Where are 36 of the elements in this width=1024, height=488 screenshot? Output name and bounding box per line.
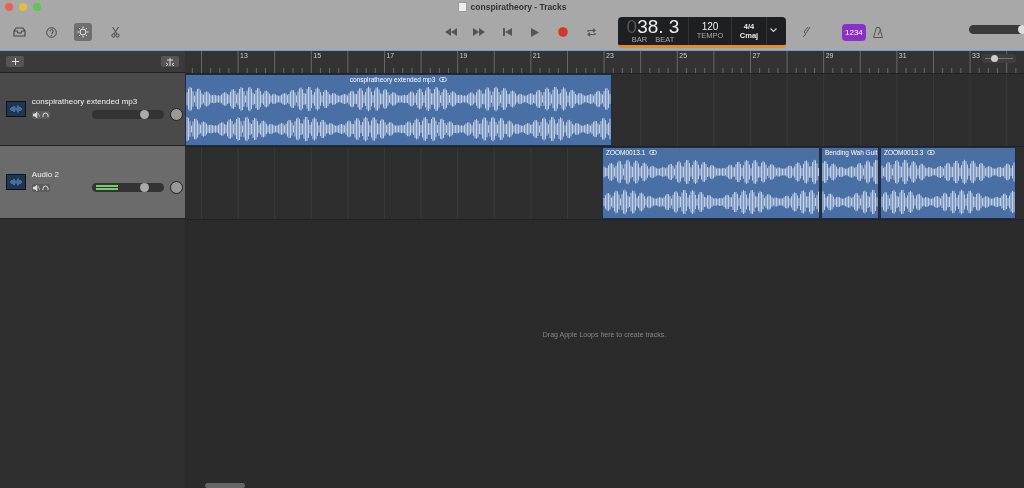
volume-slider[interactable] bbox=[91, 110, 164, 119]
chevron-icon[interactable] bbox=[770, 28, 777, 33]
track-name: Audio 2 bbox=[31, 170, 60, 179]
track-name: conspiratheory extended mp3 bbox=[31, 97, 139, 106]
zoom-slider[interactable] bbox=[982, 54, 1016, 63]
waveform-icon bbox=[6, 174, 26, 190]
loop-icon bbox=[927, 150, 936, 155]
master-volume-slider[interactable] bbox=[969, 25, 1024, 34]
volume-slider[interactable] bbox=[91, 183, 164, 192]
headphones-icon[interactable] bbox=[40, 110, 50, 119]
add-track-button[interactable] bbox=[6, 56, 24, 67]
document-icon bbox=[457, 2, 467, 12]
window-title: conspiratheory - Tracks bbox=[470, 2, 567, 12]
mute-icon[interactable] bbox=[31, 183, 41, 192]
track-filter-button[interactable] bbox=[161, 56, 179, 67]
plus-icon bbox=[11, 58, 19, 65]
track-header[interactable]: Audio 2 bbox=[0, 146, 185, 219]
scrollbar[interactable] bbox=[205, 483, 245, 488]
loop-icon bbox=[649, 150, 658, 155]
slider-thumb[interactable] bbox=[990, 55, 998, 62]
waveform-icon bbox=[6, 101, 26, 117]
pan-knob[interactable] bbox=[169, 181, 183, 194]
headphones-icon[interactable] bbox=[40, 183, 50, 192]
count-in-button[interactable]: 1234 bbox=[842, 23, 866, 41]
loop-icon bbox=[439, 77, 448, 82]
mute-icon[interactable] bbox=[31, 110, 41, 119]
slider-thumb[interactable] bbox=[140, 183, 150, 192]
filter-icon bbox=[166, 57, 174, 66]
pan-knob[interactable] bbox=[169, 108, 183, 121]
position-readout: 38. 3 bbox=[637, 15, 680, 37]
tempo-readout: 120 bbox=[701, 21, 719, 32]
slider-thumb[interactable] bbox=[140, 110, 150, 119]
bar-prefix: 0 bbox=[626, 15, 638, 37]
track-header[interactable]: conspiratheory extended mp3 bbox=[0, 73, 185, 146]
smart-controls-icon[interactable] bbox=[74, 23, 92, 41]
waveform-drawing bbox=[822, 157, 878, 217]
